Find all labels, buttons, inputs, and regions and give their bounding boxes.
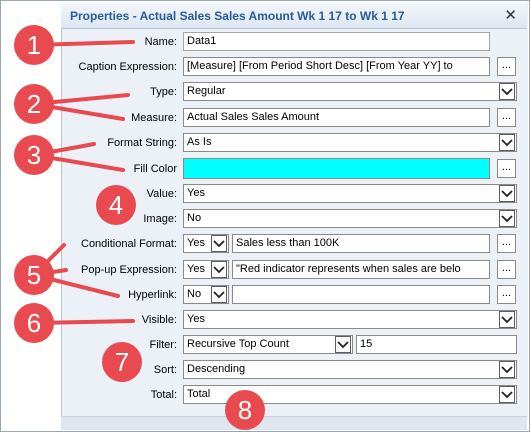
callout-2: 2 (14, 84, 54, 124)
callout-5: 5 (14, 255, 54, 295)
callout-6: 6 (14, 303, 54, 343)
callout-4: 4 (96, 185, 136, 225)
callout-3: 3 (14, 135, 54, 175)
callout-7: 7 (102, 342, 142, 382)
callout-1: 1 (14, 25, 54, 65)
callout-8: 8 (225, 390, 265, 430)
annotation-arrows (32, 40, 135, 325)
